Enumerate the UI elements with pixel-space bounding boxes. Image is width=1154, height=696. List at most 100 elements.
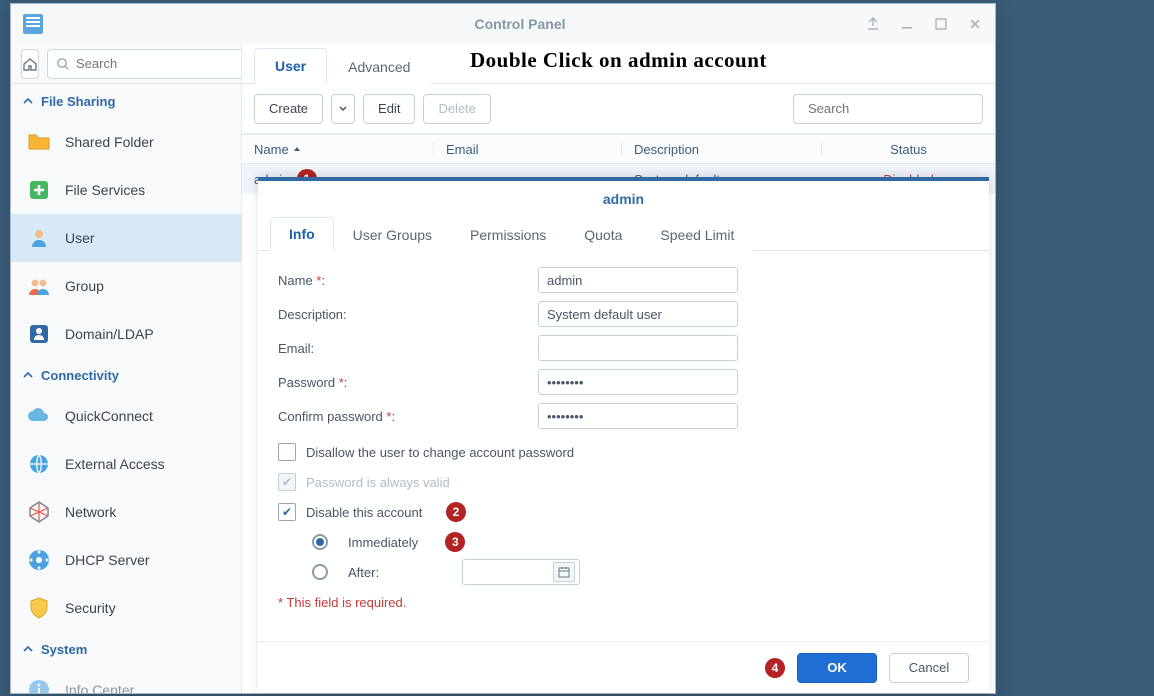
sidebar-item-dhcp-server[interactable]: DHCP Server [11,536,241,584]
chevron-up-icon [23,96,33,106]
dialog-tabs: Info User Groups Permissions Quota Speed… [258,211,989,251]
sidebar-item-file-services[interactable]: File Services [11,166,241,214]
input-password[interactable] [538,369,738,395]
user-icon [25,224,53,252]
label-description: Description: [278,307,538,322]
main-tabs: User Advanced Double Click on admin acco… [242,44,995,84]
column-email[interactable]: Email [434,142,622,157]
sort-asc-icon [293,145,301,153]
sidebar-item-external-access[interactable]: External Access [11,440,241,488]
column-description[interactable]: Description [622,142,822,157]
input-name[interactable] [538,267,738,293]
input-description[interactable] [538,301,738,327]
sidebar-item-network[interactable]: Network [11,488,241,536]
shield-icon [25,594,53,622]
calendar-button[interactable] [553,562,575,582]
dialog-tab-user-groups[interactable]: User Groups [334,218,451,251]
dialog-tab-speed-limit[interactable]: Speed Limit [641,218,753,251]
edit-button[interactable]: Edit [363,94,415,124]
create-button[interactable]: Create [254,94,323,124]
section-label: Connectivity [41,368,119,383]
label-email: Email: [278,341,538,356]
sidebar-item-shared-folder[interactable]: Shared Folder [11,118,241,166]
minimize-button[interactable] [893,13,921,35]
globe-icon [25,450,53,478]
window-controls [859,4,989,44]
search-icon [56,57,70,71]
column-status[interactable]: Status [822,142,995,157]
sidebar-search-input[interactable] [76,56,242,71]
caret-down-icon [339,105,347,113]
annotation-badge-2: 2 [446,502,466,522]
sidebar-item-group[interactable]: Group [11,262,241,310]
checkbox-password-valid [278,473,296,491]
radio-after[interactable] [312,564,328,580]
maximize-button[interactable] [927,13,955,35]
sidebar-item-label: Group [65,278,104,294]
dialog-tab-info[interactable]: Info [270,217,334,251]
sidebar-item-label: Domain/LDAP [65,326,154,342]
tab-advanced[interactable]: Advanced [327,49,431,84]
input-after-date[interactable] [462,559,580,585]
sidebar-item-security[interactable]: Security [11,584,241,632]
app-icon [21,12,45,36]
sidebar-item-label: Network [65,504,116,520]
section-label: System [41,642,87,657]
section-connectivity[interactable]: Connectivity [11,358,241,392]
sidebar-item-user[interactable]: User [11,214,241,262]
dialog-footer: 4 OK Cancel [258,641,989,693]
cloud-icon [25,402,53,430]
sidebar-item-label: DHCP Server [65,552,150,568]
user-edit-dialog: admin Info User Groups Permissions Quota… [258,177,989,693]
radio-label: After: [348,565,452,580]
section-system[interactable]: System [11,632,241,666]
sidebar-item-quickconnect[interactable]: QuickConnect [11,392,241,440]
sidebar-item-label: Shared Folder [65,134,154,150]
ok-button[interactable]: OK [797,653,877,683]
delete-button[interactable]: Delete [423,94,491,124]
file-services-icon [25,176,53,204]
chevron-up-icon [23,644,33,654]
sidebar-item-domain-ldap[interactable]: Domain/LDAP [11,310,241,358]
sidebar-item-info-center[interactable]: Info Center [11,666,241,693]
input-confirm-password[interactable] [538,403,738,429]
instruction-text: Double Click on admin account [470,48,767,73]
ldap-icon [25,320,53,348]
calendar-icon [558,566,570,578]
sidebar-item-label: External Access [65,456,165,472]
checkbox-label: Disallow the user to change account pass… [306,445,574,460]
dialog-tab-permissions[interactable]: Permissions [451,218,565,251]
section-file-sharing[interactable]: File Sharing [11,84,241,118]
dialog-tab-quota[interactable]: Quota [565,218,641,251]
toolbar-search[interactable] [793,94,983,124]
radio-immediately[interactable] [312,534,328,550]
cancel-button[interactable]: Cancel [889,653,969,683]
input-email[interactable] [538,335,738,361]
sidebar-item-label: QuickConnect [65,408,153,424]
sidebar-top [11,44,241,84]
checkbox-disallow-password[interactable] [278,443,296,461]
sidebar-search[interactable] [47,49,242,79]
checkbox-disable-account[interactable] [278,503,296,521]
home-button[interactable] [21,49,39,79]
sidebar-item-label: Security [65,600,116,616]
info-icon [25,676,53,693]
toolbar-search-input[interactable] [808,101,984,116]
toolbar: Create Edit Delete [242,84,995,134]
label-password: Password *: [278,375,538,390]
sidebar-item-label: User [65,230,95,246]
column-name[interactable]: Name [242,142,434,157]
network-icon [25,498,53,526]
pin-button[interactable] [859,13,887,35]
create-dropdown-button[interactable] [331,94,355,124]
titlebar: Control Panel [11,4,995,44]
control-panel-window: Control Panel File Sharing [10,3,996,694]
annotation-badge-3: 3 [445,532,465,552]
section-label: File Sharing [41,94,115,109]
dialog-title: admin [258,181,989,211]
close-button[interactable] [961,13,989,35]
chevron-up-icon [23,370,33,380]
label-confirm-password: Confirm password *: [278,409,538,424]
sidebar-item-label: File Services [65,182,145,198]
tab-user[interactable]: User [254,48,327,84]
